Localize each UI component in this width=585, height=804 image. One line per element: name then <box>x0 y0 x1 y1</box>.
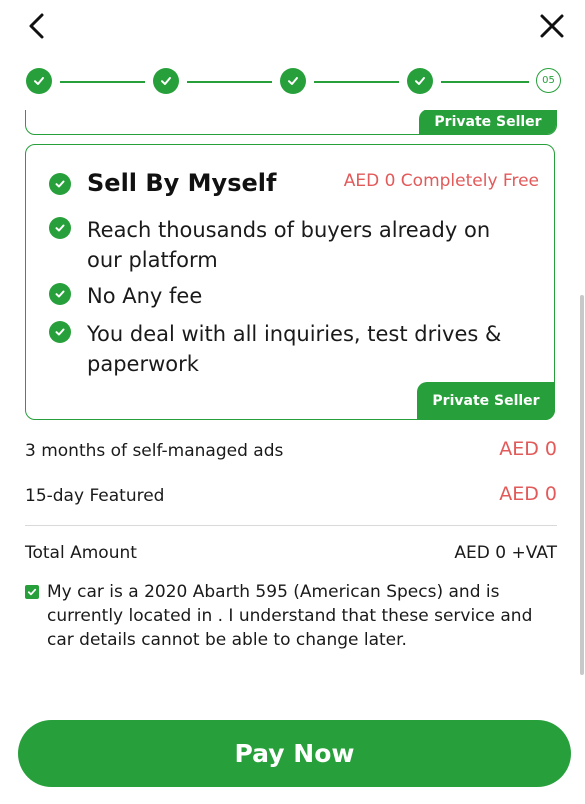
check-circle-icon <box>49 321 71 343</box>
pay-now-button[interactable]: Pay Now <box>18 720 571 787</box>
step-connector <box>187 81 272 83</box>
feature-text: No Any fee <box>87 284 203 308</box>
check-icon <box>415 77 425 85</box>
plan-card-sell-by-myself[interactable]: Sell By Myself AED 0 Completely Free Rea… <box>25 144 555 420</box>
step-number: 05 <box>542 75 555 86</box>
plan-tag: Private Seller <box>417 382 555 420</box>
check-icon <box>34 77 44 85</box>
feature-item: You deal with all inquiries, test drives… <box>49 319 519 379</box>
total-row: Total Amount AED 0 +VAT <box>25 540 557 568</box>
agreement-text: My car is a 2020 Abarth 595 (American Sp… <box>47 582 533 650</box>
summary-row: 3 months of self-managed ads AED 0 <box>25 438 557 466</box>
step-1-complete <box>26 68 52 94</box>
top-bar <box>0 0 585 55</box>
plan-content[interactable]: Private Seller Sell By Myself AED 0 Comp… <box>0 110 585 690</box>
checkmark-icon <box>27 588 37 596</box>
step-2-complete <box>153 68 179 94</box>
plan-price: AED 0 Completely Free <box>343 171 539 191</box>
feature-text: Reach thousands of buyers already on our… <box>87 218 491 272</box>
close-icon <box>540 14 564 38</box>
feature-item: Reach thousands of buyers already on our… <box>49 215 519 275</box>
check-circle-icon <box>49 173 71 195</box>
total-label: Total Amount <box>25 543 137 563</box>
step-connector <box>441 81 529 83</box>
agreement-checkbox[interactable] <box>25 585 39 599</box>
summary-row: 15-day Featured AED 0 <box>25 483 557 511</box>
progress-stepper: 05 <box>26 68 566 96</box>
step-3-complete <box>280 68 306 94</box>
back-button[interactable] <box>22 10 54 42</box>
summary-label: 15-day Featured <box>25 486 165 506</box>
check-icon <box>288 77 298 85</box>
check-circle-icon <box>49 283 71 305</box>
divider <box>25 525 557 526</box>
plan-title: Sell By Myself <box>87 169 277 197</box>
plan-header: Sell By Myself AED 0 Completely Free <box>49 167 539 203</box>
feature-text: You deal with all inquiries, test drives… <box>87 322 502 376</box>
step-5-current: 05 <box>536 68 561 93</box>
summary-label: 3 months of self-managed ads <box>25 441 284 461</box>
feature-item: No Any fee <box>49 281 519 311</box>
plan-tag: Private Seller <box>419 110 556 134</box>
check-circle-icon <box>49 217 71 239</box>
close-button[interactable] <box>536 10 568 42</box>
summary-value: AED 0 <box>499 438 557 460</box>
check-icon <box>161 77 171 85</box>
summary-value: AED 0 <box>499 483 557 505</box>
chevron-left-icon <box>29 13 44 39</box>
step-connector <box>60 81 145 83</box>
previous-plan-card[interactable]: Private Seller <box>25 110 557 135</box>
step-4-complete <box>407 68 433 94</box>
step-connector <box>314 81 399 83</box>
scrollbar[interactable] <box>580 295 584 675</box>
total-value: AED 0 +VAT <box>454 543 557 563</box>
